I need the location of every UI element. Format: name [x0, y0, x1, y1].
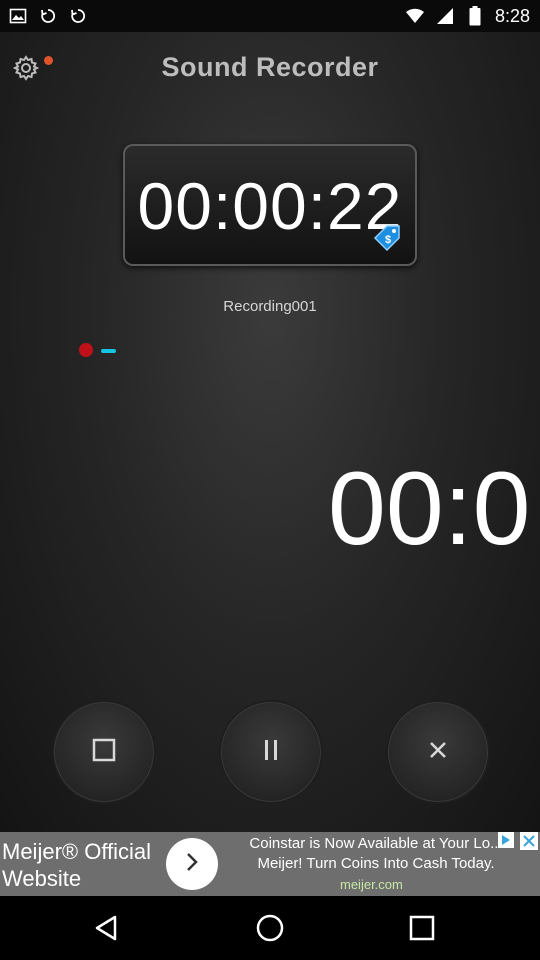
stop-icon: [91, 737, 117, 768]
recording-name: Recording001: [223, 298, 317, 315]
home-button[interactable]: [252, 912, 288, 948]
audio-level-bar: [101, 349, 116, 353]
close-icon: [425, 737, 451, 768]
wifi-icon: [405, 6, 425, 26]
timer-display: 00:00:22 $: [123, 144, 417, 266]
back-button[interactable]: [88, 912, 124, 948]
large-timer: 00:0: [328, 451, 531, 567]
home-icon: [255, 913, 285, 948]
ad-close-button[interactable]: [520, 832, 538, 850]
ad-headline[interactable]: Meijer® Official Website: [2, 838, 172, 892]
cancel-button[interactable]: [386, 700, 490, 804]
back-icon: [93, 914, 119, 947]
battery-icon: [465, 6, 485, 26]
svg-text:$: $: [385, 234, 391, 246]
recents-button[interactable]: [404, 912, 440, 948]
navigation-bar: [0, 896, 540, 960]
clock: 8:28: [494, 6, 530, 26]
stop-button[interactable]: [52, 700, 156, 804]
page-title: Sound Recorder: [161, 52, 379, 82]
chevron-right-icon: [181, 851, 203, 878]
pause-button[interactable]: [219, 700, 323, 804]
sync-icon: [68, 6, 88, 26]
ad-domain[interactable]: meijer.com: [340, 877, 403, 892]
adchoices-icon[interactable]: [498, 832, 514, 848]
status-bar: 8:28: [0, 0, 540, 32]
ad-open-button[interactable]: [166, 838, 218, 890]
signal-icon: [435, 6, 455, 26]
price-tag-icon[interactable]: $: [371, 222, 403, 254]
picture-icon: [8, 6, 28, 26]
recording-indicator: [79, 343, 93, 357]
sync-icon: [38, 6, 58, 26]
pause-icon: [258, 737, 284, 768]
recents-icon: [409, 915, 435, 946]
sound-recorder-screen: Sound Recorder 00:00:22 $ Recording001 0…: [0, 32, 540, 832]
ad-banner[interactable]: Meijer® Official Website Coinstar is Now…: [0, 832, 540, 896]
ad-message[interactable]: Coinstar is Now Available at Your Lo... …: [226, 834, 526, 874]
